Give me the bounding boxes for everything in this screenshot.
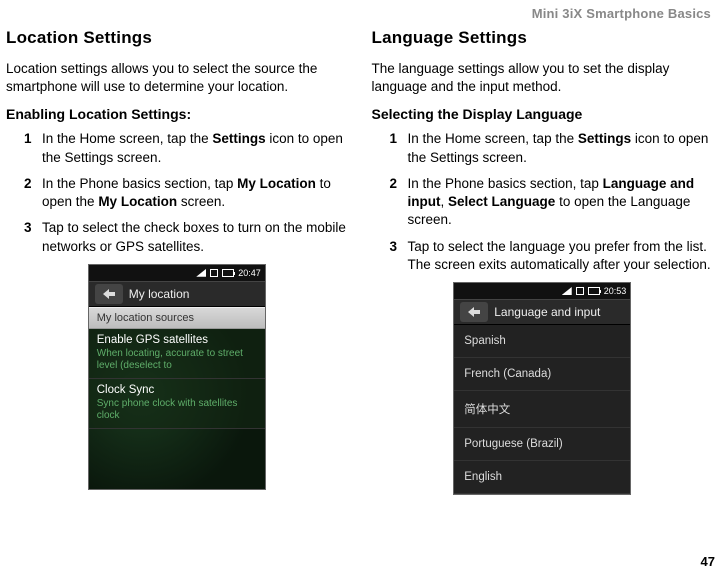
clock-text: 20:53 [604, 286, 627, 296]
step-text: In the Home screen, tap the [42, 131, 212, 146]
clock-sync-row[interactable]: Clock Sync Sync phone clock with satelli… [89, 379, 265, 429]
screen-title-bar: Language and input [454, 299, 630, 325]
step-text: , [441, 194, 449, 209]
settings-bold: Settings [578, 131, 631, 146]
enabling-location-heading: Enabling Location Settings: [6, 106, 348, 122]
left-step-1: 1 In the Home screen, tap the Settings i… [24, 130, 348, 166]
status-bar: 20:53 [454, 283, 630, 299]
left-step-3: 3 Tap to select the check boxes to turn … [24, 219, 348, 255]
language-settings-heading: Language Settings [372, 28, 714, 48]
back-button[interactable] [460, 302, 488, 322]
battery-icon [222, 269, 234, 277]
screen-title: My location [129, 287, 190, 301]
battery-icon [588, 287, 600, 295]
step-text: In the Phone basics section, tap [408, 176, 603, 191]
right-step-2: 2 In the Phone basics section, tap Langu… [390, 175, 714, 230]
step-number: 2 [390, 175, 398, 193]
select-language-bold: Select Language [448, 194, 555, 209]
step-text: screen. [177, 194, 225, 209]
running-header: Mini 3iX Smartphone Basics [532, 6, 711, 21]
step-number: 3 [390, 238, 398, 256]
step-number: 1 [24, 130, 32, 148]
signal-icon [196, 269, 206, 277]
location-settings-heading: Location Settings [6, 28, 348, 48]
step-number: 1 [390, 130, 398, 148]
settings-bold: Settings [212, 131, 265, 146]
page-number: 47 [701, 554, 715, 569]
right-step-3: 3 Tap to select the language you prefer … [390, 238, 714, 274]
location-intro: Location settings allows you to select t… [6, 60, 348, 96]
row-subtext: When locating, accurate to street level … [97, 348, 257, 372]
lang-french-canada[interactable]: French (Canada) [454, 358, 630, 391]
row-subtext: Sync phone clock with satellites clock [97, 398, 257, 422]
status-bar: 20:47 [89, 265, 265, 281]
language-intro: The language settings allow you to set t… [372, 60, 714, 96]
step-text: Tap to select the check boxes to turn on… [42, 220, 346, 253]
lang-simplified-chinese[interactable]: 简体中文 [454, 391, 630, 428]
left-column: Location Settings Location settings allo… [6, 28, 348, 495]
lang-portuguese-brazil[interactable]: Portuguese (Brazil) [454, 428, 630, 461]
my-location-bold: My Location [98, 194, 177, 209]
step-text: In the Phone basics section, tap [42, 176, 237, 191]
selecting-language-heading: Selecting the Display Language [372, 106, 714, 122]
lang-spanish[interactable]: Spanish [454, 325, 630, 358]
location-screenshot: 20:47 My location My location sources En… [88, 264, 266, 490]
right-column: Language Settings The language settings … [372, 28, 714, 495]
step-text: In the Home screen, tap the [408, 131, 578, 146]
network-icon [210, 269, 218, 277]
network-icon [576, 287, 584, 295]
left-step-2: 2 In the Phone basics section, tap My Lo… [24, 175, 348, 211]
section-header: My location sources [89, 307, 265, 329]
language-screenshot: 20:53 Language and input Spanish French … [453, 282, 631, 495]
row-label: Enable GPS satellites [97, 334, 208, 346]
screen-title-bar: My location [89, 281, 265, 307]
clock-text: 20:47 [238, 268, 261, 278]
lang-english[interactable]: English [454, 461, 630, 494]
step-number: 3 [24, 219, 32, 237]
screen-title: Language and input [494, 305, 600, 319]
enable-gps-row[interactable]: Enable GPS satellites When locating, acc… [89, 329, 265, 379]
signal-icon [562, 287, 572, 295]
row-label: Clock Sync [97, 384, 155, 396]
my-location-bold: My Location [237, 176, 316, 191]
right-step-1: 1 In the Home screen, tap the Settings i… [390, 130, 714, 166]
back-button[interactable] [95, 284, 123, 304]
step-number: 2 [24, 175, 32, 193]
step-text: Tap to select the language you prefer fr… [408, 239, 711, 272]
